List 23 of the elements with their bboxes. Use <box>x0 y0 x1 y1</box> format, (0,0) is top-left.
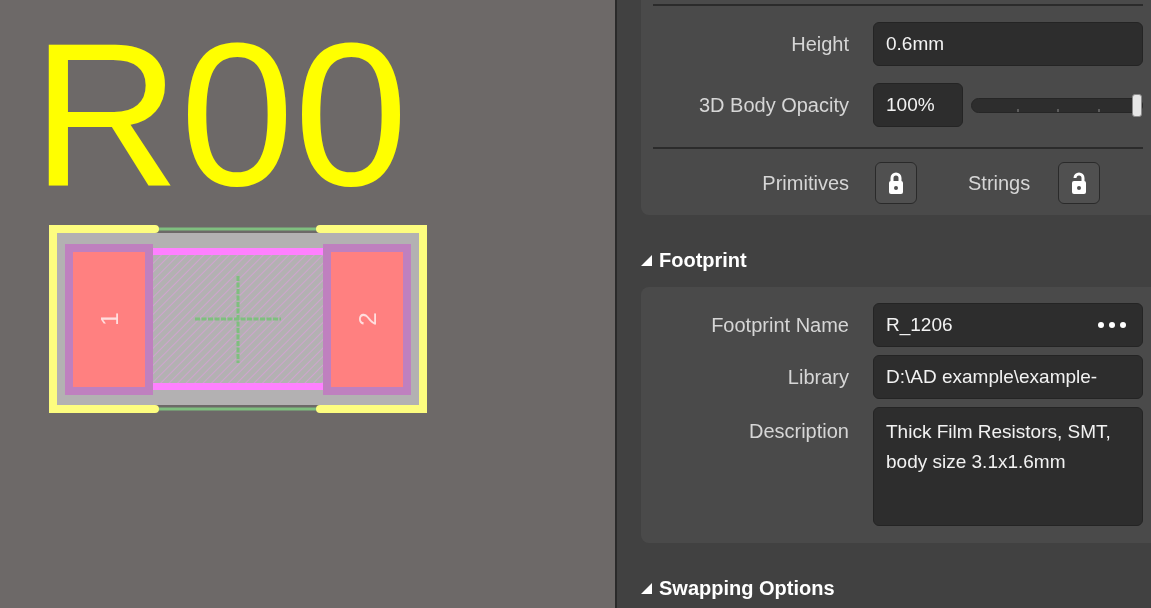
lock-button[interactable] <box>1058 162 1101 204</box>
field-label: Footprint Name <box>710 313 849 337</box>
more-icon[interactable] <box>1098 322 1126 328</box>
section-header[interactable]: Swapping Options <box>641 576 835 600</box>
crosshair-icon <box>193 274 283 365</box>
field-label: Height <box>790 32 849 56</box>
text-area[interactable]: Thick Film Resistors, SMT, body size 3.1x1.6mm <box>873 407 1143 526</box>
pad-number: 2 <box>353 312 381 326</box>
slider-thumb[interactable] <box>1132 93 1142 117</box>
lock-label: Strings <box>968 171 1031 195</box>
opacity-field[interactable]: 100% <box>873 83 963 127</box>
designator-text: R00 <box>32 34 409 194</box>
field-label: Description <box>747 419 849 444</box>
text-field[interactable]: 0.6mm <box>873 22 1143 66</box>
field-label: 3D Body Opacity <box>697 93 849 117</box>
text-field[interactable]: D:\AD example\example- <box>873 355 1143 399</box>
lock-button[interactable] <box>875 162 917 204</box>
pcb-canvas[interactable]: 1 2 R00 <box>0 0 615 608</box>
field-label: Library <box>786 365 849 389</box>
text-field[interactable]: R_1206 <box>873 303 1143 347</box>
pad-number: 1 <box>95 312 123 326</box>
lock-label: Primitives <box>761 171 849 195</box>
section-header[interactable]: Footprint <box>641 248 747 272</box>
